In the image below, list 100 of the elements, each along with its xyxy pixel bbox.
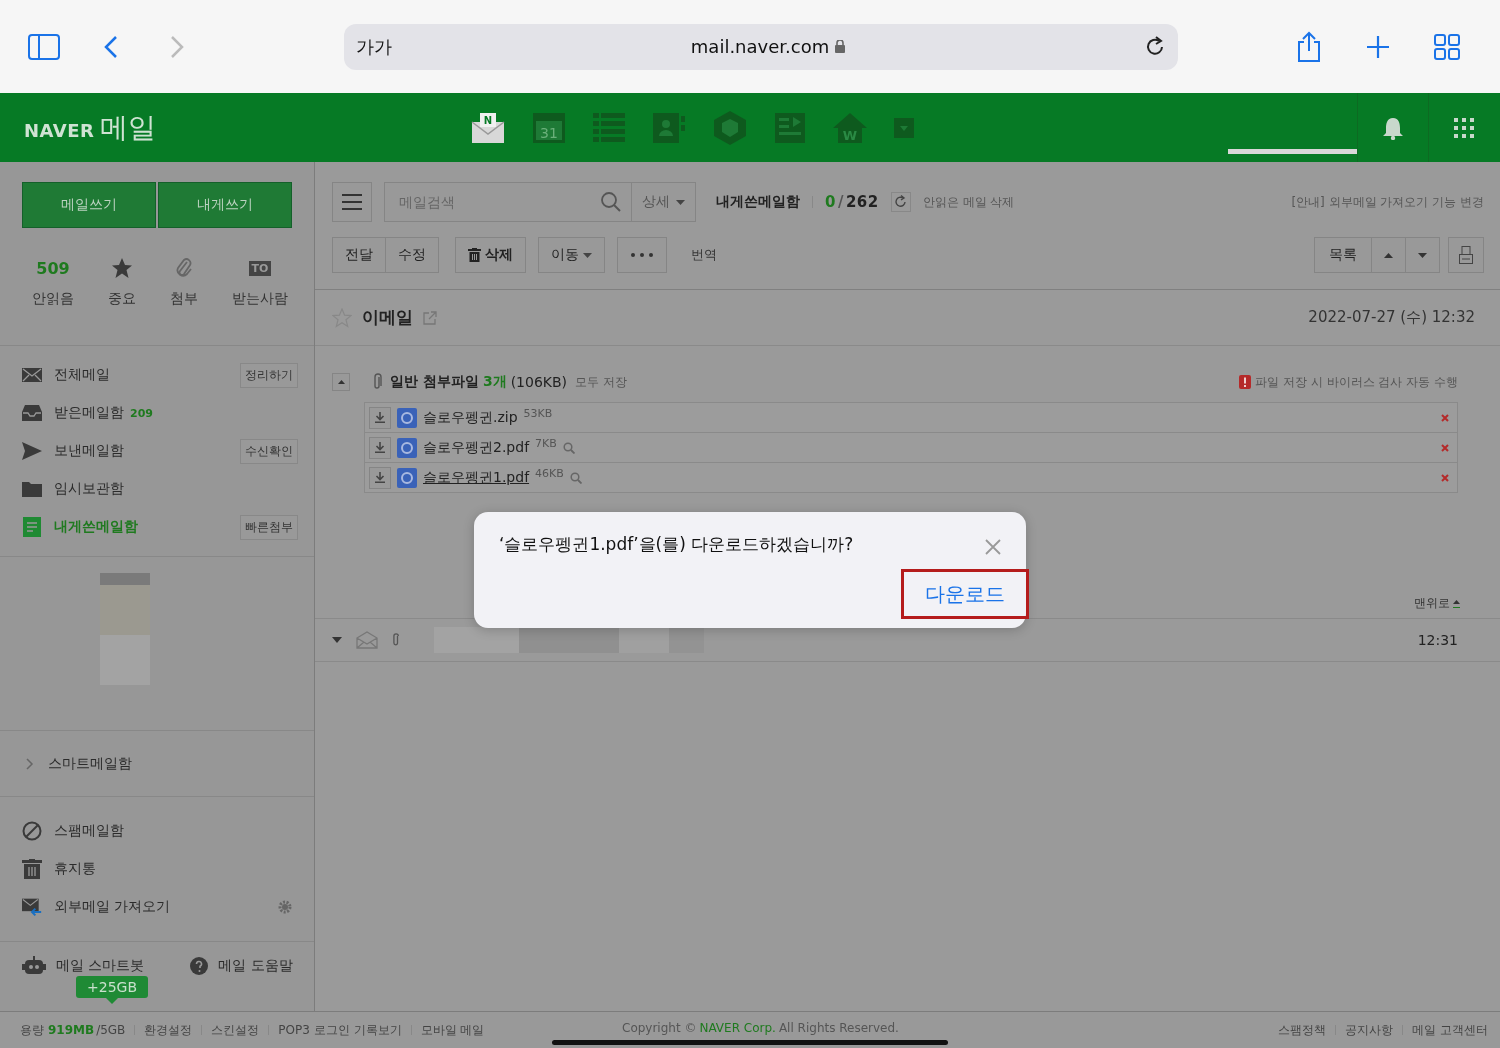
smartbot-link[interactable]: 메일 스마트봇 (56, 957, 145, 975)
list-button[interactable]: 목록 (1314, 237, 1372, 273)
translate-link[interactable]: 번역 (691, 246, 717, 264)
footer-link[interactable]: 공지사항 (1345, 1021, 1394, 1039)
print-button[interactable] (1448, 237, 1484, 273)
mail-import-icon (22, 897, 42, 917)
folder-name: 외부메일 가져오기 (54, 898, 171, 916)
download-icon (375, 442, 385, 453)
folder-action-button[interactable]: 수신확인 (240, 438, 298, 464)
folder-item[interactable]: 임시보관함 (0, 470, 314, 508)
envelope-icon (22, 367, 42, 383)
compose-button[interactable]: 메일쓰기 (22, 182, 156, 228)
tabs-grid-icon (1434, 33, 1460, 60)
move-dropdown[interactable]: 이동 (538, 237, 605, 273)
footer-link[interactable]: 스킨설정 (211, 1021, 260, 1039)
attachment-count: 3개 (482, 373, 507, 391)
sidebar-toggle-icon (28, 33, 60, 60)
quick-filter-label: 중요 (108, 290, 136, 308)
mail-subject: 이메일 (362, 306, 413, 329)
document-icon (23, 517, 41, 537)
quick-filter[interactable]: 중요 (108, 256, 136, 345)
quick-filter[interactable]: TO 받는사람 (232, 256, 288, 345)
scroll-top-link[interactable]: 맨위로 (1414, 595, 1460, 612)
delete-unread-link[interactable]: 안읽은 메일 삭제 (922, 193, 1015, 211)
apps-grid-icon (1454, 118, 1474, 138)
folder-action-button[interactable]: 정리하기 (240, 362, 298, 388)
notice-link[interactable]: [안내] 외부메일 가져오기 기능 변경 (1291, 193, 1484, 211)
download-button[interactable]: 다운로드 (901, 569, 1029, 619)
back-icon (104, 34, 118, 59)
menu-button[interactable] (332, 182, 372, 222)
caret-icon (583, 252, 592, 258)
caret-icon (676, 199, 685, 205)
logo-title: 메일 (100, 109, 157, 146)
download-button[interactable] (369, 466, 391, 489)
file-name-link[interactable]: 슬로우펭귄.zip (423, 408, 518, 427)
recipient-icon: TO (248, 260, 272, 276)
preview-icon (562, 441, 575, 454)
close-icon (985, 539, 1001, 555)
total-count: 262 (845, 193, 879, 211)
smart-folder[interactable]: 스마트메일함 (0, 731, 314, 797)
folder-name: 임시보관함 (54, 480, 124, 498)
unread-count: 209 (130, 406, 153, 420)
folder-item[interactable]: 내게쓴메일함 빠른첨부 (0, 508, 314, 546)
caret-icon (332, 637, 342, 643)
folder-action-button[interactable]: 빠른첨부 (240, 514, 298, 540)
folder-item[interactable]: 보낸메일함 수신확인 (0, 432, 314, 470)
save-all-link[interactable]: 모두 저장 (575, 373, 627, 391)
blocked-icon (22, 821, 42, 841)
file-size: 46KB (535, 467, 564, 480)
folder-name: 내게쓴메일함 (54, 518, 138, 536)
remove-icon (1441, 413, 1449, 422)
footer-link[interactable]: 스팸정책 (1278, 1021, 1327, 1039)
more-icon (631, 253, 653, 257)
delete-button[interactable]: 삭제 (455, 237, 526, 273)
quick-filter-label: 안읽음 (32, 290, 74, 308)
help-link[interactable]: 메일 도움말 (218, 957, 293, 975)
thread-time: 12:31 (1417, 632, 1458, 648)
file-type-icon (397, 437, 417, 458)
memo-icon (774, 111, 806, 144)
footer-link[interactable]: POP3 로그인 기록보기 (278, 1021, 402, 1039)
quick-filter-label: 첨부 (170, 290, 198, 308)
address-bar[interactable]: 가가 mail.naver.com (344, 23, 1178, 70)
file-name-link[interactable]: 슬로우펭귄2.pdf (423, 438, 530, 457)
download-button[interactable] (369, 406, 391, 429)
preview-icon (569, 471, 582, 484)
toolbar-button[interactable]: 전달 (332, 237, 386, 273)
storage-total: /5GB (96, 1023, 126, 1037)
cube-icon (712, 109, 748, 146)
folder-item[interactable]: 외부메일 가져오기 (0, 888, 314, 926)
search-icon (601, 192, 621, 212)
detail-search-button[interactable]: 상세 (631, 183, 695, 221)
file-name-link[interactable]: 슬로우펭귄1.pdf (423, 468, 530, 487)
trash-icon (468, 248, 481, 262)
folder-title: 내게쓴메일함 (716, 193, 800, 211)
url-text: mail.naver.com (690, 36, 830, 57)
folder-item[interactable]: 전체메일 정리하기 (0, 356, 314, 394)
unread-count: 509 (36, 258, 70, 278)
quick-filter[interactable]: 509 안읽음 (32, 256, 74, 345)
forward-icon (170, 34, 184, 59)
compose-button[interactable]: 내게쓰기 (158, 182, 292, 228)
collapse-button[interactable] (332, 373, 350, 391)
footer-link[interactable]: 환경설정 (144, 1021, 193, 1039)
toolbar-button[interactable]: 수정 (386, 237, 439, 273)
folder-name: 스마트메일함 (48, 754, 132, 773)
quick-filter[interactable]: 첨부 (170, 256, 198, 345)
storage-label: 용량 (20, 1021, 44, 1039)
folder-item[interactable]: 스팸메일함 (0, 812, 314, 850)
folder-item[interactable]: 휴지통 (0, 850, 314, 888)
text-size-button[interactable]: 가가 (356, 34, 392, 59)
footer-link[interactable]: 모바일 메일 (420, 1021, 485, 1039)
folder-item[interactable]: 받은메일함 209 (0, 394, 314, 432)
paperclip-icon (392, 633, 400, 647)
download-button[interactable] (369, 436, 391, 459)
attachments-size: (106KB) (510, 374, 568, 390)
contact-card-icon (652, 111, 686, 144)
reload-icon (1144, 35, 1166, 58)
download-icon (375, 412, 385, 423)
footer-link[interactable]: 메일 고객센터 (1412, 1021, 1488, 1039)
lock-icon (835, 40, 846, 53)
menu-icon (342, 194, 362, 210)
